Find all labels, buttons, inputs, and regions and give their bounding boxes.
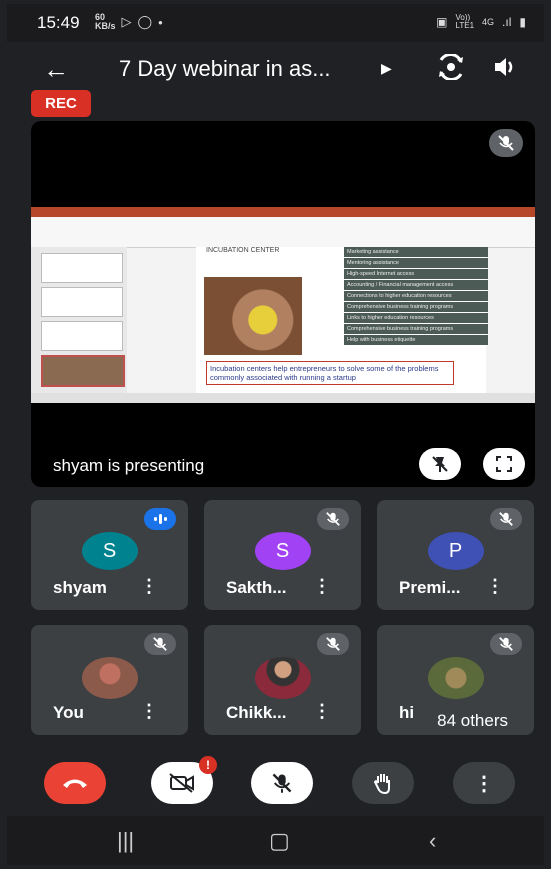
slide-bullets: Marketing assistance Mentoring assistanc… [344,247,488,346]
meeting-title[interactable]: 7 Day webinar in as... [119,56,331,82]
ppt-title-bar [31,207,535,217]
bullet-item: Accounting / Financial management access [344,280,488,290]
status-right-icons: ▣ Vo)) LTE1 4G .ıl ▮ [436,14,526,30]
pin-off-icon[interactable] [419,448,461,480]
play-icon: ▷ [121,14,132,29]
chick-image [204,277,302,355]
mic-off-icon [144,633,176,655]
signal-icon: .ıl [502,15,512,29]
avatar: S [81,532,138,570]
ppt-ribbon [31,217,535,248]
bullet-item: Help with business etiquette [344,335,488,345]
call-header: ← 7 Day webinar in as... ▶ [7,42,544,94]
bullet-item: Comprehensive business training programs [344,302,488,312]
slide-thumbnail [41,355,125,387]
bullet-item: Marketing assistance [344,247,488,257]
bullet-item: Mentoring assistance [344,258,488,268]
fullscreen-icon[interactable] [483,448,525,480]
presentation-tile[interactable]: INCUBATION CENTER Marketing assistance M… [31,121,535,487]
speed-indicator: 60 KB/s [95,12,116,31]
slide-heading: INCUBATION CENTER [206,247,280,254]
app-frame: 15:49 60 KB/s ▷ ◯ • ▣ Vo)) LTE1 4G .ıl ▮ ←… [7,4,544,865]
participant-name: Premi... [399,578,461,597]
presenter-label: shyam is presenting [53,456,205,475]
ppt-status-bar [31,393,535,403]
camera-off-icon [169,773,194,793]
more-vert-icon[interactable]: ⋮ [140,701,158,722]
mic-off-icon [490,633,522,655]
mic-off-icon [489,129,523,157]
bullet-item: Connections to higher education resource… [344,291,488,301]
screenshot-icon: ▣ [436,15,448,29]
camera-alert-badge: ! [199,756,217,774]
volte-icon: Vo)) LTE1 [455,13,475,30]
mic-off-icon [317,633,349,655]
phone-hangup-icon [63,779,87,788]
mic-toggle-button[interactable] [251,762,313,804]
status-left-icons: 60 KB/s ▷ ◯ • [89,13,163,31]
participant-tile[interactable]: hi 84 others [377,625,534,735]
more-options-button[interactable]: ⋮ [453,762,515,804]
mic-off-icon [317,508,349,530]
slide-caption: Incubation centers help entrepreneurs to… [206,361,454,385]
status-bar: 15:49 60 KB/s ▷ ◯ • ▣ Vo)) LTE1 4G .ıl ▮ [7,4,544,42]
arrow-back-icon[interactable]: ← [43,54,69,85]
nav-back-icon[interactable]: ‹ [429,828,436,854]
more-vert-icon[interactable]: ⋮ [313,576,331,597]
system-nav-bar: ||| ▢ ‹ [7,816,544,865]
more-vert-icon[interactable]: ⋮ [486,576,504,597]
participant-name: hi [399,703,415,722]
participant-name: You [53,703,84,722]
more-vert-icon: ⋮ [474,772,494,795]
others-count-badge[interactable]: 84 others [425,707,520,735]
end-call-button[interactable] [44,762,106,804]
hand-raise-icon [373,774,390,795]
bullet-item: High-speed Internet access [344,269,488,279]
4g-icon: 4G [482,17,495,27]
avatar [427,657,484,699]
more-vert-icon[interactable]: ⋮ [313,701,331,722]
avatar: P [427,532,484,570]
slide-thumbnail [41,287,123,317]
shared-screen: INCUBATION CENTER Marketing assistance M… [31,207,535,403]
whatsapp-icon: ◯ [137,14,153,29]
avatar: S [254,532,311,570]
bullet-item: Links to higher education resources [344,313,488,323]
participant-tile[interactable]: S Sakth... ⋮ [204,500,361,610]
dot-icon: • [158,14,163,30]
status-time: 15:49 [37,13,80,32]
camera-switch-icon[interactable] [437,53,465,85]
bullet-item: Comprehensive business training programs [344,324,488,334]
home-icon[interactable]: ▢ [269,828,290,854]
more-vert-icon[interactable]: ⋮ [140,576,158,597]
participant-name: Sakth... [226,578,287,597]
slide-thumbnail [41,321,123,351]
speaker-icon[interactable] [492,54,518,85]
avatar [81,657,138,699]
mic-off-icon [272,773,292,793]
camera-toggle-button[interactable]: ! [151,756,217,804]
participant-tile[interactable]: Chikk... ⋮ [204,625,361,735]
raise-hand-button[interactable] [352,762,414,804]
slide-thumbnails [31,247,127,393]
participant-name: shyam [53,578,107,597]
battery-icon: ▮ [519,15,526,29]
recents-icon[interactable]: ||| [117,828,134,854]
mic-off-icon [490,508,522,530]
recording-badge: REC [31,90,91,117]
slide-canvas: INCUBATION CENTER Marketing assistance M… [196,247,488,393]
avatar [254,657,311,699]
play-arrow-icon[interactable]: ▶ [381,60,392,77]
speaking-indicator-icon [144,508,176,530]
participant-name: Chikk... [226,703,287,722]
participant-tile[interactable]: You ⋮ [31,625,188,735]
participant-tile[interactable]: P Premi... ⋮ [377,500,534,610]
participant-tile[interactable]: S shyam ⋮ [31,500,188,610]
slide-thumbnail [41,253,123,283]
